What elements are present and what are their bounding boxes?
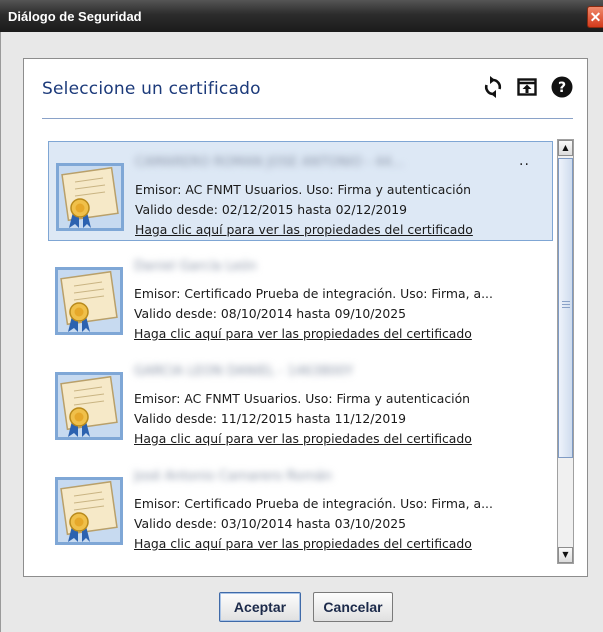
cancel-button[interactable]: Cancelar (313, 592, 393, 622)
grip-icon (562, 301, 570, 308)
scroll-down-button[interactable]: ▼ (558, 547, 573, 563)
certificate-properties-link[interactable]: Haga clic aquí para ver las propiedades … (135, 222, 473, 237)
certificate-name: José Antonio Camarero Román (134, 469, 332, 484)
certificate-icon (56, 163, 124, 231)
certificate-panel: Seleccione un certificado ? CAMARERO ROM… (23, 58, 588, 577)
certificate-icon (55, 267, 123, 335)
certificate-name: Daniel García León (134, 259, 257, 274)
certificate-item[interactable]: Daniel García León Emisor: Certificado P… (48, 246, 553, 346)
close-icon: ✕ (589, 9, 602, 25)
certificate-properties-link[interactable]: Haga clic aquí para ver las propiedades … (134, 431, 472, 446)
certificate-issuer: Emisor: Certificado Prueba de integració… (134, 286, 493, 301)
certificate-issuer: Emisor: AC FNMT Usuarios. Uso: Firma y a… (135, 182, 472, 197)
certificate-validity: Valido desde: 02/12/2015 hasta 02/12/201… (135, 202, 407, 217)
certificate-validity: Valido desde: 08/10/2014 hasta 09/10/202… (134, 306, 406, 321)
certificate-validity: Valido desde: 11/12/2015 hasta 11/12/201… (134, 411, 406, 426)
scroll-thumb[interactable] (558, 158, 573, 458)
title-divider (42, 118, 573, 119)
refresh-icon[interactable] (483, 76, 503, 98)
list-scrollbar[interactable]: ▲ ▼ (557, 139, 574, 564)
scroll-up-button[interactable]: ▲ (558, 140, 573, 156)
certificate-validity: Valido desde: 03/10/2014 hasta 03/10/202… (134, 516, 406, 531)
help-icon[interactable]: ? (551, 76, 573, 98)
close-button[interactable]: ✕ (587, 6, 603, 28)
open-file-icon[interactable] (517, 77, 537, 97)
window-title: Diálogo de Seguridad (8, 9, 142, 24)
arrow-down-icon: ▼ (562, 550, 569, 559)
certificate-name: CAMARERO ROMAN JOSE ANTONIO - 44... (135, 155, 405, 170)
accept-button[interactable]: Aceptar (219, 592, 301, 622)
arrow-up-icon: ▲ (562, 143, 569, 152)
certificate-properties-link[interactable]: Haga clic aquí para ver las propiedades … (134, 326, 472, 341)
certificate-list[interactable]: CAMARERO ROMAN JOSE ANTONIO - 44... .. E… (46, 139, 561, 564)
window-titlebar: Diálogo de Seguridad ✕ (0, 0, 603, 32)
certificate-properties-link[interactable]: Haga clic aquí para ver las propiedades … (134, 536, 472, 551)
certificate-item[interactable]: GARCIA LEON DANIEL - 1463800Y Emisor: AC… (48, 351, 553, 451)
name-ellipsis: .. (519, 153, 530, 169)
certificate-item[interactable]: José Antonio Camarero Román Emisor: Cert… (48, 456, 553, 556)
certificate-issuer: Emisor: Certificado Prueba de integració… (134, 496, 493, 511)
certificate-name: GARCIA LEON DANIEL - 1463800Y (134, 364, 354, 379)
certificate-icon (55, 372, 123, 440)
certificate-item[interactable]: CAMARERO ROMAN JOSE ANTONIO - 44... .. E… (48, 141, 553, 241)
panel-toolbar: ? (483, 76, 573, 98)
certificate-issuer: Emisor: AC FNMT Usuarios. Uso: Firma y a… (134, 391, 471, 406)
certificate-icon (55, 477, 123, 545)
panel-title: Seleccione un certificado (42, 79, 261, 99)
svg-text:?: ? (558, 80, 566, 96)
